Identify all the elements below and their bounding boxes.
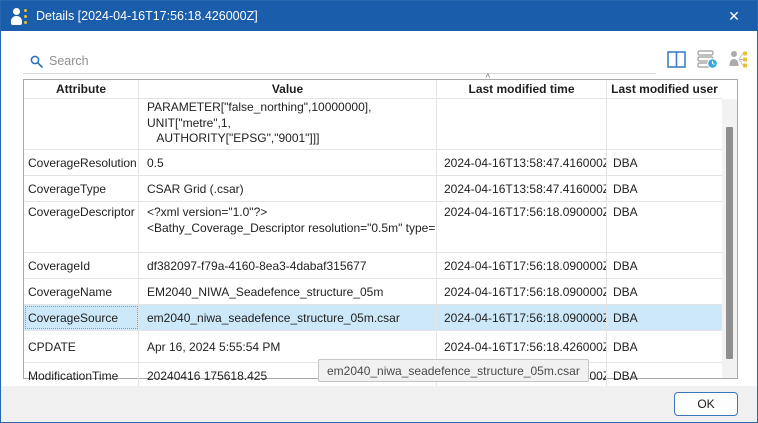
cell-modified-user (607, 99, 722, 149)
cell-modified-user: DBA (607, 176, 722, 201)
details-dialog: Details [2024-04-16T17:56:18.426000Z] ✕ (0, 0, 758, 423)
cell-attribute: CoverageSource (24, 305, 139, 330)
table-row-coveragetype[interactable]: CoverageType CSAR Grid (.csar) 2024-04-1… (24, 176, 737, 202)
scrollbar-thumb[interactable] (726, 127, 733, 359)
cell-modified-time (437, 99, 607, 149)
cell-attribute: CPDATE (24, 331, 139, 362)
header-last-modified-user[interactable]: Last modified user (607, 80, 722, 99)
header-attribute[interactable]: Attribute (24, 80, 139, 99)
cell-modified-time: 2024-04-16T13:58:47.416000Z (437, 176, 607, 201)
cell-attribute: CoverageResolution (24, 150, 139, 175)
cell-value: 0.5 (139, 150, 437, 175)
cell-value: Apr 16, 2024 5:55:54 PM (139, 331, 437, 362)
cell-modified-user: DBA (607, 279, 722, 304)
sort-ascending-icon: ^ (486, 74, 491, 84)
person-nodes-icon (728, 50, 748, 69)
button-bar: OK (1, 386, 757, 422)
app-icon (10, 7, 28, 25)
columns-icon (667, 51, 686, 68)
cell-attribute (24, 99, 139, 149)
cell-modified-user: DBA (607, 150, 722, 175)
attributes-table: Attribute Value ^ Last modified time Las… (23, 79, 738, 379)
cell-attribute: CoverageId (24, 253, 139, 278)
cell-modified-user: DBA (607, 363, 722, 388)
cell-attribute: CoverageName (24, 279, 139, 304)
cell-modified-user: DBA (607, 202, 722, 252)
cell-value: CSAR Grid (.csar) (139, 176, 437, 201)
table-header: Attribute Value ^ Last modified time Las… (24, 80, 737, 99)
cell-modified-time: 2024-04-16T17:56:18.090000Z (437, 305, 607, 330)
close-button[interactable]: ✕ (711, 1, 757, 31)
header-last-modified-time[interactable]: ^ Last modified time (437, 80, 607, 99)
cell-modified-time: 2024-04-16T17:56:18.090000Z (437, 202, 607, 252)
table-row-coverageresolution[interactable]: CoverageResolution 0.5 2024-04-16T13:58:… (24, 150, 737, 176)
table-row-partial[interactable]: PARAMETER["false_northing",10000000], UN… (24, 99, 737, 150)
cell-modified-user: DBA (607, 305, 722, 330)
cell-value: df382097-f79a-4160-8ea3-4dabaf315677 (139, 253, 437, 278)
toggle-columns-button[interactable] (664, 47, 688, 71)
cell-attribute: ModificationTime (24, 363, 139, 388)
table-row-coverageid[interactable]: CoverageId df382097-f79a-4160-8ea3-4daba… (24, 253, 737, 279)
cell-attribute: CoverageType (24, 176, 139, 201)
cell-value: <?xml version="1.0"?> <Bathy_Coverage_De… (139, 202, 437, 252)
cell-value: EM2040_NIWA_Seadefence_structure_05m (139, 279, 437, 304)
cell-value: PARAMETER["false_northing",10000000], UN… (139, 99, 437, 149)
table-row-coveragename[interactable]: CoverageName EM2040_NIWA_Seadefence_stru… (24, 279, 737, 305)
header-value[interactable]: Value (139, 80, 437, 99)
dialog-content: Attribute Value ^ Last modified time Las… (1, 31, 757, 386)
table-row-coveragesource-selected[interactable]: CoverageSource em2040_niwa_seadefence_st… (24, 305, 737, 331)
header-last-modified-time-label: Last modified time (468, 82, 574, 96)
cell-modified-time: 2024-04-16T17:56:18.090000Z (437, 279, 607, 304)
search-field (23, 49, 656, 74)
table-row-coveragedescriptor[interactable]: CoverageDescriptor <?xml version="1.0"?>… (24, 202, 737, 253)
history-button[interactable] (695, 47, 719, 71)
cell-attribute: CoverageDescriptor (24, 202, 139, 252)
titlebar[interactable]: Details [2024-04-16T17:56:18.426000Z] ✕ (1, 1, 757, 31)
cell-modified-time: 2024-04-16T13:58:47.416000Z (437, 150, 607, 175)
close-icon: ✕ (728, 8, 740, 25)
cell-modified-time: 2024-04-16T17:56:18.090000Z (437, 253, 607, 278)
cell-modified-user: DBA (607, 253, 722, 278)
ok-button[interactable]: OK (674, 392, 738, 416)
vertical-scrollbar[interactable] (722, 99, 737, 378)
cell-modified-user: DBA (607, 331, 722, 362)
window-title: Details [2024-04-16T17:56:18.426000Z] (36, 9, 258, 23)
cell-modified-time: 2024-04-16T17:56:18.426000Z (437, 331, 607, 362)
search-input[interactable] (23, 49, 656, 73)
grouping-button[interactable] (726, 47, 750, 71)
cell-value: em2040_niwa_seadefence_structure_05m.csa… (139, 305, 437, 330)
stack-clock-icon (697, 50, 718, 69)
cell-tooltip: em2040_niwa_seadefence_structure_05m.csa… (318, 359, 589, 382)
